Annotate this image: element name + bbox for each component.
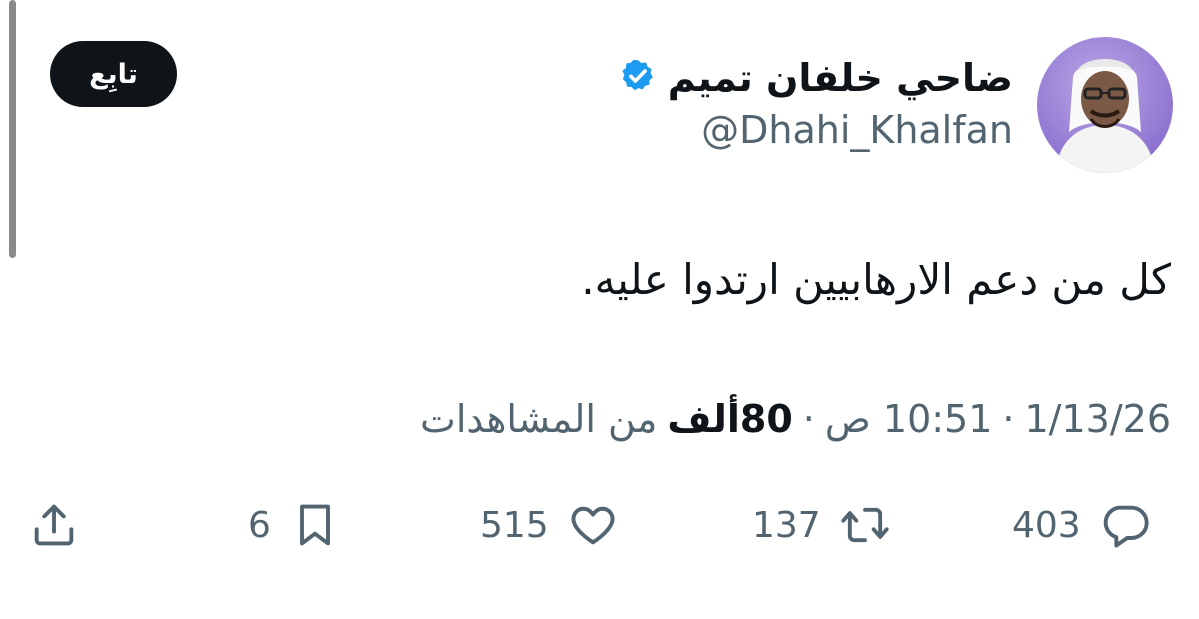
share-icon xyxy=(28,499,80,551)
avatar[interactable] xyxy=(1037,37,1173,173)
repost-count: 137 xyxy=(752,504,821,546)
avatar-image xyxy=(1055,59,1155,173)
reply-button[interactable]: 403 xyxy=(1012,490,1151,560)
meta-separator: · xyxy=(1002,397,1015,441)
like-button[interactable]: 515 xyxy=(480,490,619,560)
reply-icon xyxy=(1099,499,1151,551)
reply-count: 403 xyxy=(1012,504,1081,546)
views-count[interactable]: 80ألف xyxy=(667,397,792,441)
author-display-name[interactable]: ضاحي خلفان تميم xyxy=(668,56,1013,100)
bookmark-count: 6 xyxy=(248,504,271,546)
author-name-row[interactable]: ضاحي خلفان تميم xyxy=(620,48,1013,108)
like-icon xyxy=(567,499,619,551)
repost-button[interactable]: 137 xyxy=(752,490,891,560)
bookmark-icon xyxy=(289,499,341,551)
repost-icon xyxy=(839,499,891,551)
share-button[interactable] xyxy=(28,490,80,560)
tweet-meta: 1/13/26 · 10:51 ص · 80ألف من المشاهدات xyxy=(420,397,1171,441)
meta-separator: · xyxy=(802,397,815,441)
tweet-date[interactable]: 1/13/26 xyxy=(1025,397,1172,441)
scrollbar[interactable] xyxy=(9,0,16,258)
verified-badge-icon xyxy=(620,58,656,98)
tweet-time[interactable]: 10:51 ص xyxy=(825,397,993,441)
like-count: 515 xyxy=(480,504,549,546)
views-label: من المشاهدات xyxy=(420,397,658,441)
bookmark-button[interactable]: 6 xyxy=(248,490,341,560)
author-handle[interactable]: @Dhahi_Khalfan xyxy=(701,108,1013,152)
follow-button[interactable]: تابِع xyxy=(50,41,177,107)
action-bar: 403 137 515 6 xyxy=(0,490,1199,560)
follow-button-label: تابِع xyxy=(89,58,138,90)
tweet-text: كل من دعم الارهابيين ارتدوا عليه. xyxy=(581,255,1171,304)
